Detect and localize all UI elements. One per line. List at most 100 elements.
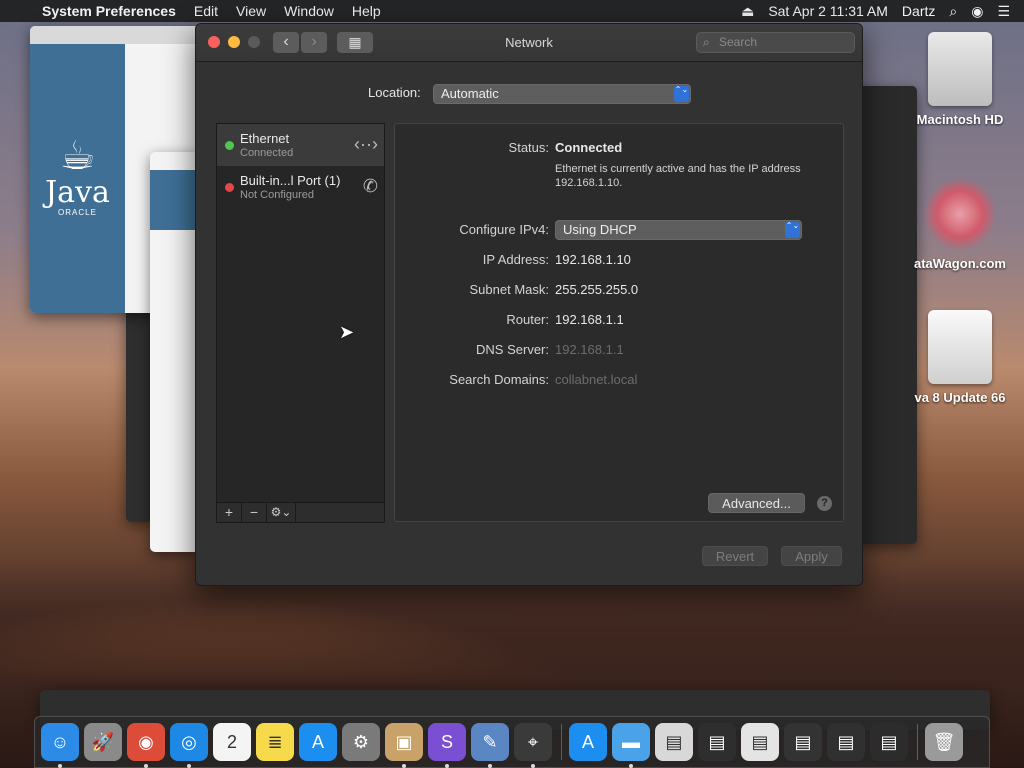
app-store-icon[interactable]: A [299, 723, 337, 761]
status-value: Connected [555, 140, 623, 155]
menu-view[interactable]: View [236, 3, 266, 19]
running-indicator [402, 764, 406, 768]
desktop-icon-datawagon[interactable]: ataWagon.com [905, 178, 1015, 271]
status-dot-green [225, 141, 234, 150]
service-actions-gear-icon[interactable]: ⚙⌄ [267, 503, 296, 522]
phone-modem-icon: ✆ [362, 176, 378, 196]
service-list-toolbar: + − ⚙⌄ [216, 502, 385, 523]
dns-server-value: 192.168.1.1 [555, 342, 624, 357]
running-indicator [187, 764, 191, 768]
subnet-mask-value: 255.255.255.0 [555, 282, 639, 297]
mouse-cursor-icon: ➤ [339, 322, 355, 342]
status-dot-red [225, 183, 234, 192]
window-thumb-4[interactable]: ▤ [784, 723, 822, 761]
desktop-icon-java-update[interactable]: va 8 Update 66 [905, 310, 1015, 405]
notes-icon[interactable]: ≣ [256, 723, 294, 761]
popup-stepper-icon: ⌃⌄ [785, 222, 800, 238]
spotlight-icon[interactable]: ⌕ [949, 3, 957, 20]
location-label: Location: [368, 85, 421, 100]
window-thumb-3[interactable]: ▤ [741, 723, 779, 761]
location-value: Automatic [441, 86, 499, 101]
dock: ☺ 🚀 ◉ ◎ 2 ≣ A ⚙ ▣ S ✎ ⌖ A ▬ ▤ ▤ ▤ ▤ ▤ ▤ 🗑 [34, 716, 990, 768]
launchpad-icon[interactable]: 🚀 [84, 723, 122, 761]
java-window-titlebar[interactable] [30, 26, 210, 44]
finder-icon[interactable]: ☺ [41, 723, 79, 768]
revert-button[interactable]: Revert [702, 546, 768, 566]
java-panel: ☕ Java ORACLE [30, 44, 125, 313]
network-utility-icon[interactable]: ⌖ [514, 723, 552, 768]
menu-help[interactable]: Help [352, 3, 381, 19]
help-icon[interactable]: ? [817, 496, 832, 511]
user-menu[interactable]: Dartz [902, 3, 935, 19]
router-value: 192.168.1.1 [555, 312, 624, 327]
service-list[interactable]: Ethernet Connected ‹··› Built-in...l Por… [216, 123, 385, 503]
subnet-mask-label: Subnet Mask: [469, 282, 550, 297]
remove-service-button[interactable]: − [242, 503, 267, 522]
router-label: Router: [506, 312, 549, 327]
calendar-icon[interactable]: 2 [213, 723, 251, 761]
running-indicator [144, 764, 148, 768]
menu-window[interactable]: Window [284, 3, 334, 19]
desktop-icon-macintosh-hd[interactable]: Macintosh HD [905, 32, 1015, 127]
network-window: ‹ › ▦ Network ⌕ Search Location: Automat… [195, 23, 863, 586]
status-description: Ethernet is currently active and has the… [555, 163, 801, 189]
ethernet-icon: ‹··› [354, 134, 378, 154]
window-thumb-6[interactable]: ▤ [870, 723, 908, 761]
visual-studio-icon[interactable]: S [428, 723, 466, 768]
java-installer-window[interactable] [150, 152, 200, 552]
clock[interactable]: Sat Apr 2 11:31 AM [768, 3, 888, 19]
search-field[interactable]: ⌕ Search [696, 32, 855, 53]
ip-address-label: IP Address: [482, 252, 549, 267]
running-indicator [58, 764, 62, 768]
chrome-icon[interactable]: ◉ [127, 723, 165, 768]
datawagon-icon [924, 178, 996, 250]
disk-image-icon [928, 310, 992, 384]
running-indicator [445, 764, 449, 768]
popup-stepper-icon: ⌃⌄ [674, 86, 689, 102]
folder-icon[interactable]: ▬ [612, 723, 650, 768]
dock-separator [561, 724, 562, 760]
java-wordmark: Java [45, 175, 110, 210]
running-indicator [488, 764, 492, 768]
detail-panel: Status: Connected Ethernet is currently … [394, 123, 844, 522]
notification-center-icon[interactable]: ☰ [997, 3, 1010, 20]
java-logo: ☕ Java ORACLE [40, 134, 115, 217]
running-indicator [629, 764, 633, 768]
advanced-button[interactable]: Advanced... [708, 493, 805, 513]
configure-ipv4-value: Using DHCP [563, 222, 637, 237]
window-thumb-1[interactable]: ▤ [655, 723, 693, 761]
menu-extras: ⏏ Sat Apr 2 11:31 AM Dartz ⌕ ◉ ☰ [741, 0, 1024, 22]
service-item-builtin-port[interactable]: Built-in...l Port (1) Not Configured ✆ [217, 166, 384, 208]
window-thumb-5[interactable]: ▤ [827, 723, 865, 761]
service-item-ethernet[interactable]: Ethernet Connected ‹··› [217, 124, 384, 166]
window-thumb-2[interactable]: ▤ [698, 723, 736, 761]
add-service-button[interactable]: + [217, 503, 242, 522]
menu-bar: System Preferences Edit View Window Help… [0, 0, 1024, 22]
eject-icon[interactable]: ⏏ [741, 3, 754, 20]
trash-icon[interactable]: 🗑 [925, 723, 963, 761]
configure-ipv4-label: Configure IPv4: [459, 222, 549, 237]
apply-button[interactable]: Apply [781, 546, 842, 566]
status-label: Status: [508, 140, 549, 155]
desktop-icon-label: va 8 Update 66 [914, 390, 1006, 405]
menu-edit[interactable]: Edit [194, 3, 218, 19]
app-menu[interactable]: System Preferences [42, 3, 176, 19]
preview-icon[interactable]: ✎ [471, 723, 509, 768]
search-domains-label: Search Domains: [449, 372, 549, 387]
java-installer-banner [150, 170, 200, 230]
search-placeholder: Search [719, 35, 758, 49]
ip-address-value: 192.168.1.10 [555, 252, 631, 267]
desktop-icon-label: Macintosh HD [916, 112, 1004, 127]
desktop-icon-label: ataWagon.com [914, 256, 1006, 271]
location-popup[interactable]: Automatic ⌃⌄ [433, 84, 691, 104]
dns-server-label: DNS Server: [476, 342, 549, 357]
search-icon: ⌕ [703, 35, 710, 49]
installer-icon[interactable]: ▣ [385, 723, 423, 768]
window-toolbar: ‹ › ▦ Network ⌕ Search [196, 24, 862, 62]
app-store-icon-2[interactable]: A [569, 723, 607, 761]
system-preferences-icon[interactable]: ⚙ [342, 723, 380, 761]
siri-icon[interactable]: ◉ [971, 3, 983, 20]
configure-ipv4-popup[interactable]: Using DHCP ⌃⌄ [555, 220, 802, 240]
safari-icon[interactable]: ◎ [170, 723, 208, 768]
search-domains-value: collabnet.local [555, 372, 638, 387]
